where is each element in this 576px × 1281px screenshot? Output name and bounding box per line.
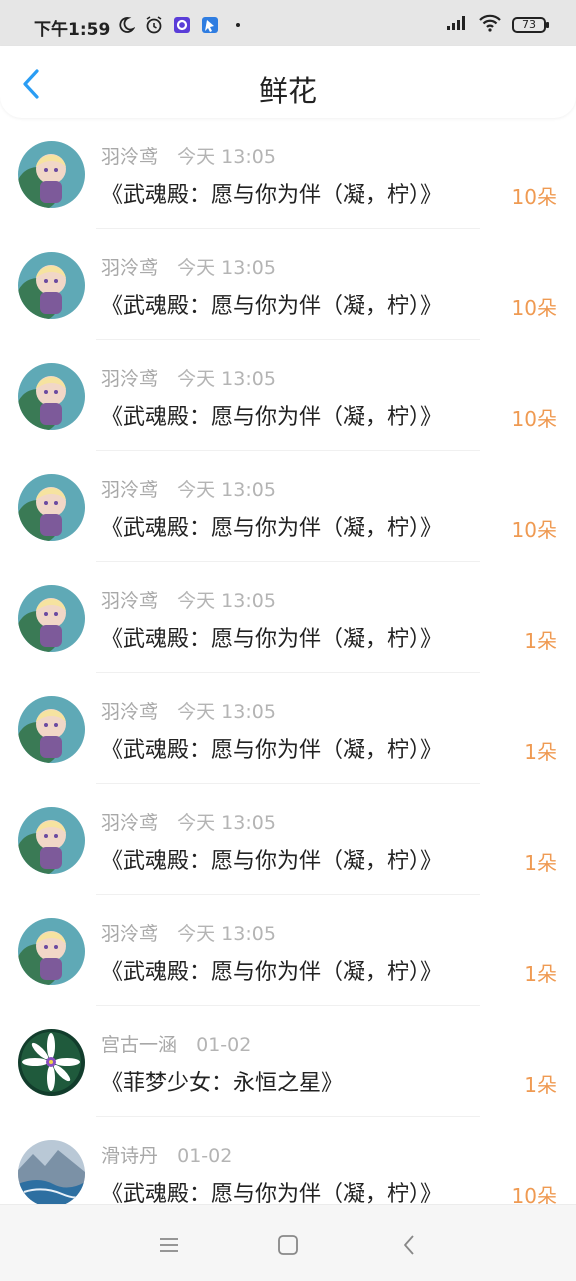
flower-list: 羽泠鸢 今天 13:05 《武魂殿：愿与你为伴（凝，柠）》 10朵 羽泠鸢 今天… (0, 118, 576, 1204)
user-name[interactable]: 羽泠鸢 (101, 590, 158, 612)
avatar[interactable] (18, 807, 85, 874)
user-name[interactable]: 羽泠鸢 (101, 479, 158, 501)
flower-count: 1朵 (524, 851, 557, 875)
flower-count: 10朵 (511, 1184, 557, 1204)
avatar[interactable] (18, 585, 85, 652)
timestamp: 今天 13:05 (177, 368, 276, 390)
item-meta: 羽泠鸢 今天 13:05 (101, 364, 276, 391)
timestamp: 01-02 (196, 1034, 252, 1056)
book-title[interactable]: 《武魂殿：愿与你为伴（凝，柠）》 (101, 288, 442, 320)
flower-count: 1朵 (524, 740, 557, 764)
app-notification-icon-2 (200, 15, 220, 35)
avatar[interactable] (18, 918, 85, 985)
flower-count: 10朵 (511, 296, 557, 320)
list-item[interactable]: 羽泠鸢 今天 13:05 《武魂殿：愿与你为伴（凝，柠）》 10朵 (0, 229, 576, 340)
status-bar: 下午1:59 73 (0, 0, 576, 46)
avatar[interactable] (18, 141, 85, 208)
wifi-icon (478, 14, 502, 36)
status-icons-left (116, 15, 248, 35)
item-meta: 宫古一涵 01-02 (101, 1030, 251, 1057)
timestamp: 今天 13:05 (177, 146, 276, 168)
list-item[interactable]: 羽泠鸢 今天 13:05 《武魂殿：愿与你为伴（凝，柠）》 1朵 (0, 784, 576, 895)
avatar[interactable] (18, 696, 85, 763)
alarm-icon (144, 15, 164, 35)
book-title[interactable]: 《武魂殿：愿与你为伴（凝，柠）》 (101, 621, 442, 653)
back-triangle-icon (404, 1235, 414, 1255)
app-notification-icon (172, 15, 192, 35)
list-item[interactable]: 宫古一涵 01-02 《菲梦少女：永恒之星》 1朵 (0, 1006, 576, 1117)
book-title[interactable]: 《武魂殿：愿与你为伴（凝，柠）》 (101, 510, 442, 542)
list-item[interactable]: 羽泠鸢 今天 13:05 《武魂殿：愿与你为伴（凝，柠）》 1朵 (0, 673, 576, 784)
flower-count: 10朵 (511, 518, 557, 542)
flower-count: 10朵 (511, 185, 557, 209)
avatar[interactable] (18, 1029, 85, 1096)
flower-count: 1朵 (524, 1073, 557, 1097)
back-nav-button[interactable] (391, 1227, 427, 1263)
timestamp: 今天 13:05 (177, 701, 276, 723)
book-title[interactable]: 《武魂殿：愿与你为伴（凝，柠）》 (101, 1176, 442, 1204)
system-nav-bar (0, 1204, 576, 1281)
list-item[interactable]: 羽泠鸢 今天 13:05 《武魂殿：愿与你为伴（凝，柠）》 1朵 (0, 895, 576, 1006)
menu-button[interactable] (151, 1227, 187, 1263)
avatar[interactable] (18, 474, 85, 541)
list-item[interactable]: 羽泠鸢 今天 13:05 《武魂殿：愿与你为伴（凝，柠）》 10朵 (0, 451, 576, 562)
timestamp: 01-02 (177, 1145, 233, 1167)
user-name[interactable]: 羽泠鸢 (101, 701, 158, 723)
user-name[interactable]: 羽泠鸢 (101, 368, 158, 390)
item-meta: 羽泠鸢 今天 13:05 (101, 919, 276, 946)
list-item[interactable]: 羽泠鸢 今天 13:05 《武魂殿：愿与你为伴（凝，柠）》 1朵 (0, 562, 576, 673)
battery-icon: 73 (512, 17, 549, 33)
item-meta: 羽泠鸢 今天 13:05 (101, 586, 276, 613)
item-meta: 羽泠鸢 今天 13:05 (101, 697, 276, 724)
book-title[interactable]: 《武魂殿：愿与你为伴（凝，柠）》 (101, 843, 442, 875)
moon-icon (116, 15, 136, 35)
user-name[interactable]: 羽泠鸢 (101, 146, 158, 168)
status-time: 下午1:59 (34, 20, 111, 40)
flower-count: 1朵 (524, 629, 557, 653)
page-title: 鲜花 (258, 74, 317, 108)
timestamp: 今天 13:05 (177, 590, 276, 612)
book-title[interactable]: 《菲梦少女：永恒之星》 (101, 1065, 343, 1097)
user-name[interactable]: 羽泠鸢 (101, 923, 158, 945)
status-icons-right: 73 (446, 14, 549, 36)
item-meta: 滑诗丹 01-02 (101, 1141, 232, 1168)
book-title[interactable]: 《武魂殿：愿与你为伴（凝，柠）》 (101, 732, 442, 764)
timestamp: 今天 13:05 (177, 812, 276, 834)
book-title[interactable]: 《武魂殿：愿与你为伴（凝，柠）》 (101, 177, 442, 209)
user-name[interactable]: 宫古一涵 (101, 1034, 177, 1056)
flower-count: 1朵 (524, 962, 557, 986)
dot-icon (228, 15, 248, 35)
item-meta: 羽泠鸢 今天 13:05 (101, 253, 276, 280)
user-name[interactable]: 羽泠鸢 (101, 257, 158, 279)
item-meta: 羽泠鸢 今天 13:05 (101, 808, 276, 835)
list-item[interactable]: 滑诗丹 01-02 《武魂殿：愿与你为伴（凝，柠）》 10朵 (0, 1117, 576, 1204)
timestamp: 今天 13:05 (177, 923, 276, 945)
home-square-icon (278, 1235, 298, 1255)
book-title[interactable]: 《武魂殿：愿与你为伴（凝，柠）》 (101, 399, 442, 431)
list-item[interactable]: 羽泠鸢 今天 13:05 《武魂殿：愿与你为伴（凝，柠）》 10朵 (0, 118, 576, 229)
menu-icon (160, 1238, 178, 1252)
avatar[interactable] (18, 363, 85, 430)
timestamp: 今天 13:05 (177, 257, 276, 279)
timestamp: 今天 13:05 (177, 479, 276, 501)
item-meta: 羽泠鸢 今天 13:05 (101, 142, 276, 169)
book-title[interactable]: 《武魂殿：愿与你为伴（凝，柠）》 (101, 954, 442, 986)
item-meta: 羽泠鸢 今天 13:05 (101, 475, 276, 502)
header: 鲜花 (0, 46, 576, 118)
user-name[interactable]: 滑诗丹 (101, 1145, 158, 1167)
user-name[interactable]: 羽泠鸢 (101, 812, 158, 834)
signal-icon (446, 15, 468, 35)
flower-count: 10朵 (511, 407, 557, 431)
home-button[interactable] (270, 1227, 306, 1263)
list-item[interactable]: 羽泠鸢 今天 13:05 《武魂殿：愿与你为伴（凝，柠）》 10朵 (0, 340, 576, 451)
avatar[interactable] (18, 1140, 85, 1204)
avatar[interactable] (18, 252, 85, 319)
